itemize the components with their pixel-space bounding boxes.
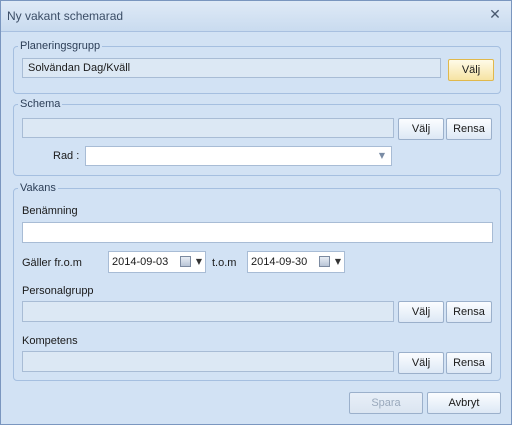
schema-clear-button[interactable]: Rensa: [446, 118, 492, 140]
schema-legend: Schema: [20, 98, 61, 110]
vakans-legend: Vakans: [20, 182, 56, 194]
chevron-down-icon[interactable]: ▼: [335, 256, 341, 268]
competence-label: Kompetens: [22, 335, 78, 347]
personnel-group-field[interactable]: [22, 301, 394, 322]
calendar-icon[interactable]: [180, 256, 191, 267]
personnel-group-choose-button[interactable]: Välj: [398, 301, 444, 323]
valid-to-datepicker[interactable]: 2014-09-30 ▼: [247, 251, 345, 273]
planeringsgrupp-field[interactable]: Solvändan Dag/Kväll: [22, 58, 441, 78]
planeringsgrupp-legend: Planeringsgrupp: [20, 40, 101, 52]
cancel-button[interactable]: Avbryt: [427, 392, 501, 414]
window-title: Ny vakant schemarad: [7, 9, 124, 23]
row-select[interactable]: ▼: [85, 146, 392, 166]
personnel-group-clear-button[interactable]: Rensa: [446, 301, 492, 323]
valid-from-label: Gäller fr.o.m: [22, 257, 82, 269]
calendar-icon[interactable]: [319, 256, 330, 267]
dialog-window: Ny vakant schemarad ✕ Planeringsgrupp So…: [0, 0, 512, 425]
chevron-down-icon[interactable]: ▼: [375, 149, 389, 163]
name-label: Benämning: [22, 205, 78, 217]
save-button[interactable]: Spara: [349, 392, 423, 414]
close-icon[interactable]: ✕: [487, 7, 503, 23]
valid-to-label: t.o.m: [212, 257, 237, 269]
schema-choose-button[interactable]: Välj: [398, 118, 444, 140]
chevron-down-icon[interactable]: ▼: [196, 256, 202, 268]
row-label: Rad :: [53, 150, 80, 162]
valid-to-value: 2014-09-30: [251, 256, 308, 268]
planeringsgrupp-choose-button[interactable]: Välj: [448, 59, 494, 81]
title-bar: Ny vakant schemarad ✕: [1, 1, 511, 32]
competence-choose-button[interactable]: Välj: [398, 352, 444, 374]
name-input[interactable]: [22, 222, 493, 243]
competence-clear-button[interactable]: Rensa: [446, 352, 492, 374]
personnel-group-label: Personalgrupp: [22, 285, 94, 297]
valid-from-datepicker[interactable]: 2014-09-03 ▼: [108, 251, 206, 273]
valid-from-value: 2014-09-03: [112, 256, 169, 268]
competence-field[interactable]: [22, 351, 394, 372]
schema-field[interactable]: [22, 118, 394, 138]
